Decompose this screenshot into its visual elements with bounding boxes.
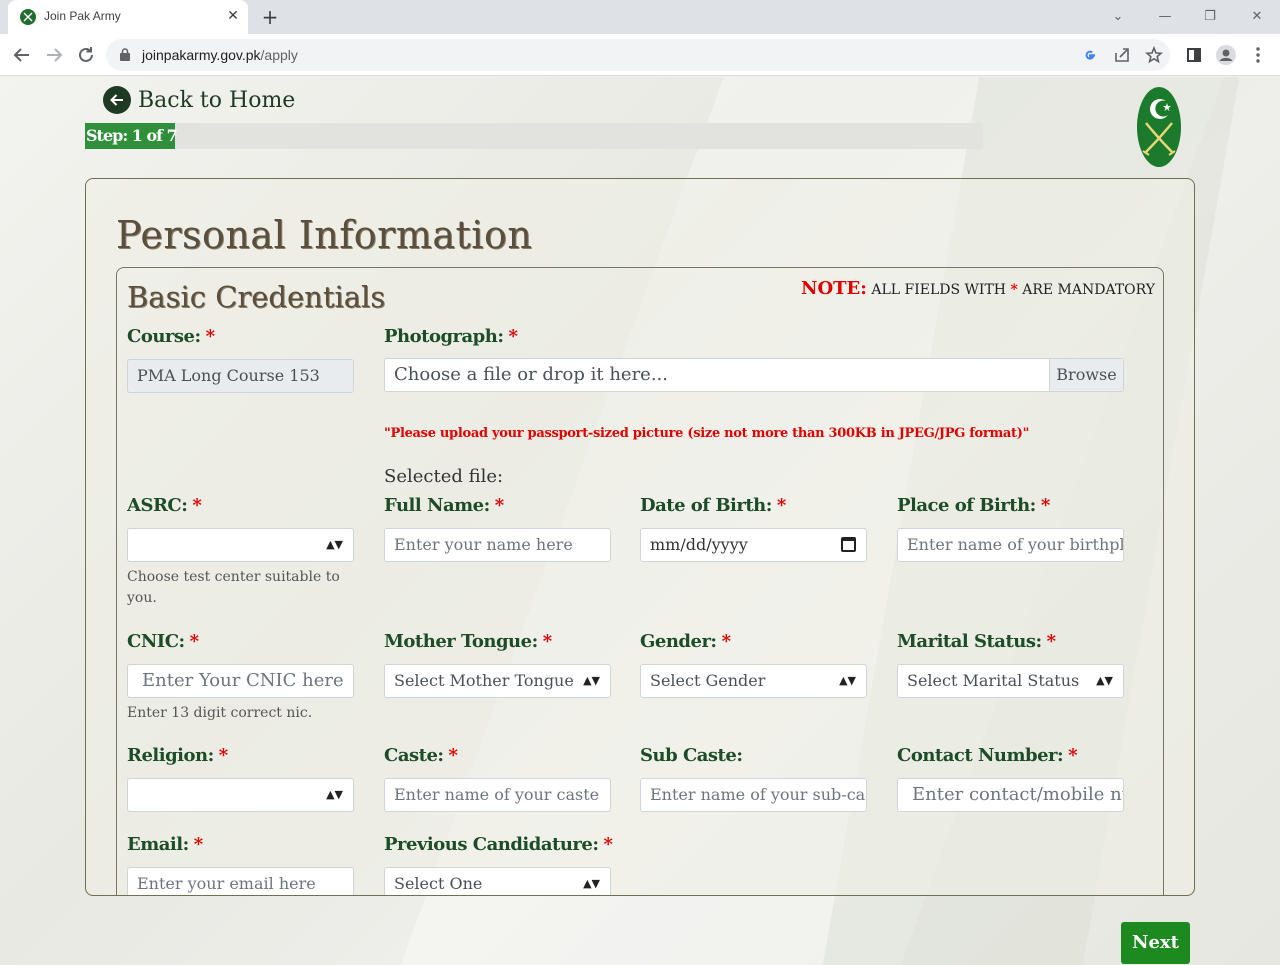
new-tab-button[interactable]: + xyxy=(258,5,282,29)
browse-button[interactable]: Browse xyxy=(1049,359,1123,391)
previous-candidature-label: Previous Candidature: * xyxy=(384,834,613,855)
next-button[interactable]: Next xyxy=(1121,922,1190,964)
gender-select[interactable]: Select Gender ▲▼ xyxy=(640,664,867,698)
sub-caste-input[interactable]: Enter name of your sub-cast xyxy=(640,778,867,812)
select-arrows-icon: ▲▼ xyxy=(839,674,856,687)
address-bar[interactable]: joinpakarmy.gov.pk/apply xyxy=(106,39,1170,71)
select-arrows-icon: ▲▼ xyxy=(1096,674,1113,687)
back-to-home-link[interactable]: Back to Home xyxy=(103,85,295,115)
selected-file-label: Selected file: xyxy=(384,466,504,487)
restore-button[interactable]: ❐ xyxy=(1200,7,1220,27)
tab-title: Join Pak Army xyxy=(44,9,121,23)
browser-toolbar: joinpakarmy.gov.pk/apply xyxy=(0,34,1280,76)
browser-menu-icon[interactable] xyxy=(1246,43,1270,67)
contact-number-input[interactable]: Enter contact/mobile nu xyxy=(897,778,1124,812)
select-arrows-icon: ▲▼ xyxy=(583,674,600,687)
asrc-help: Choose test center suitable to you. xyxy=(127,569,340,606)
full-name-label: Full Name: * xyxy=(384,495,504,516)
course-field: PMA Long Course 153 xyxy=(127,359,354,393)
back-to-home-label: Back to Home xyxy=(138,87,296,113)
mother-tongue-label: Mother Tongue: * xyxy=(384,631,552,652)
marital-status-select[interactable]: Select Marital Status ▲▼ xyxy=(897,664,1124,698)
religion-label: Religion: * xyxy=(127,745,228,766)
google-g-icon[interactable] xyxy=(1078,43,1102,67)
religion-select[interactable]: ▲▼ xyxy=(127,778,354,812)
dob-input[interactable]: mm/dd/yyyy xyxy=(640,528,867,562)
asrc-select[interactable]: ▲▼ xyxy=(127,528,354,562)
step-label: Step: 1 of 7 xyxy=(86,126,178,145)
contact-number-label: Contact Number: * xyxy=(897,745,1078,766)
back-nav-icon[interactable] xyxy=(10,43,34,67)
bookmark-star-icon[interactable] xyxy=(1142,43,1166,67)
page-title: Personal Information xyxy=(116,213,533,257)
minimize-button[interactable]: — xyxy=(1155,7,1175,27)
pak-army-logo xyxy=(1137,87,1181,167)
close-window-button[interactable]: ✕ xyxy=(1247,7,1267,27)
mother-tongue-select[interactable]: Select Mother Tongue ▲▼ xyxy=(384,664,611,698)
course-label: Course: * xyxy=(127,326,215,347)
asrc-label: ASRC: * xyxy=(127,495,202,516)
forward-nav-icon[interactable] xyxy=(42,43,66,67)
browser-tabbar: Join Pak Army ✕ + ⌄ — ❐ ✕ xyxy=(0,0,1280,34)
browser-tab[interactable]: Join Pak Army ✕ xyxy=(8,0,248,34)
arrow-left-icon xyxy=(103,86,131,114)
caste-input[interactable]: Enter name of your caste xyxy=(384,778,611,812)
place-of-birth-label: Place of Birth: * xyxy=(897,495,1050,516)
cnic-input[interactable]: Enter Your CNIC here xyxy=(127,664,354,698)
tab-search-icon[interactable]: ⌄ xyxy=(1108,7,1128,27)
file-placeholder: Choose a file or drop it here... xyxy=(394,364,668,385)
photograph-file-input[interactable]: Choose a file or drop it here... Browse xyxy=(384,358,1124,392)
gender-label: Gender: * xyxy=(640,631,731,652)
email-input[interactable]: Enter your email here xyxy=(127,867,354,895)
photo-upload-warning: "Please upload your passport-sized pictu… xyxy=(384,426,1030,441)
side-panel-icon[interactable] xyxy=(1182,43,1206,67)
previous-candidature-select[interactable]: Select One ▲▼ xyxy=(384,867,611,895)
cnic-help: Enter 13 digit correct nic. xyxy=(127,705,313,721)
full-name-input[interactable]: Enter your name here xyxy=(384,528,611,562)
page-viewport: Back to Home Step: 1 of 7 Personal Infor… xyxy=(0,77,1280,965)
site-favicon-icon xyxy=(20,9,36,25)
lock-icon xyxy=(120,48,130,61)
select-arrows-icon: ▲▼ xyxy=(326,538,343,551)
section-title: Basic Credentials xyxy=(127,280,386,314)
url-text: joinpakarmy.gov.pk/apply xyxy=(142,47,298,63)
place-of-birth-input[interactable]: Enter name of your birthpla xyxy=(897,528,1124,562)
profile-avatar-icon[interactable] xyxy=(1214,43,1238,67)
calendar-icon[interactable] xyxy=(841,537,856,552)
mandatory-note: NOTE: ALL FIELDS WITH * ARE MANDATORY xyxy=(800,278,1155,299)
reload-icon[interactable] xyxy=(74,43,98,67)
share-icon[interactable] xyxy=(1110,43,1134,67)
marital-status-label: Marital Status: * xyxy=(897,631,1056,652)
photograph-label: Photograph: * xyxy=(384,326,518,347)
select-arrows-icon: ▲▼ xyxy=(583,877,600,890)
caste-label: Caste: * xyxy=(384,745,458,766)
email-label: Email: * xyxy=(127,834,203,855)
step-progress-bar: Step: 1 of 7 xyxy=(85,123,983,149)
cnic-label: CNIC: * xyxy=(127,631,199,652)
tab-close-icon[interactable]: ✕ xyxy=(224,7,242,25)
select-arrows-icon: ▲▼ xyxy=(326,788,343,801)
dob-label: Date of Birth: * xyxy=(640,495,786,516)
form-card: Personal Information Basic Credentials N… xyxy=(85,178,1195,896)
sub-caste-label: Sub Caste: xyxy=(640,745,743,766)
basic-credentials-section: Basic Credentials NOTE: ALL FIELDS WITH … xyxy=(116,267,1164,895)
